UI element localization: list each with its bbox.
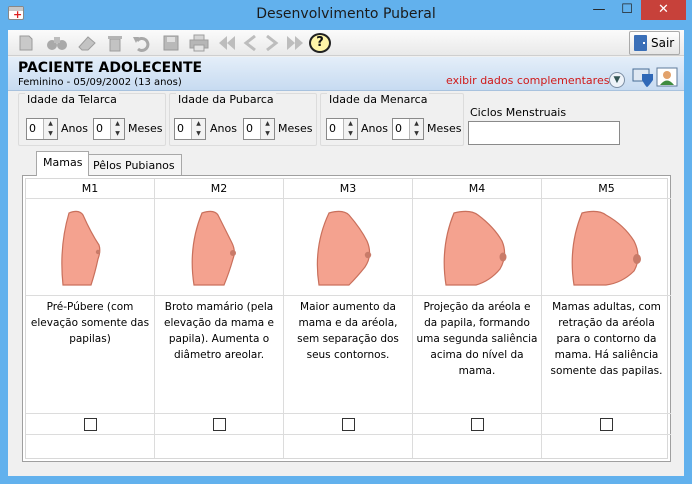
client-area: ? Sair PACIENTE ADOLECENTE Feminino - 05…: [8, 30, 684, 476]
menarca-label: Idade da Menarca: [327, 93, 430, 106]
patient-card-icon[interactable]: [656, 66, 678, 88]
stage-column-m3: M3 Maior aumento da mama e da aréola, se…: [284, 179, 413, 458]
id-card-shield-icon[interactable]: [632, 66, 654, 88]
breast-stage-m3-illustration: [316, 210, 372, 286]
pubarca-years-spinner[interactable]: 0 ▲ ▼: [174, 118, 206, 140]
spin-down-icon[interactable]: ▼: [410, 129, 423, 139]
telarca-months-unit: Meses: [128, 122, 163, 135]
pubarca-years-unit: Anos: [210, 122, 237, 135]
menarca-years-spinner[interactable]: 0 ▲ ▼: [326, 118, 358, 140]
stage-grid: M1 Pré-Púbere (com elevação somente das …: [25, 178, 671, 459]
breast-stage-m1-illustration: [61, 210, 101, 286]
spin-up-icon[interactable]: ▲: [410, 119, 423, 129]
spin-down-icon[interactable]: ▼: [192, 129, 205, 139]
close-button[interactable]: ✕: [641, 0, 686, 20]
next-record-icon[interactable]: [262, 33, 282, 53]
stage-description: Projeção da aréola e da papila, formando…: [413, 296, 541, 414]
menarca-years-unit: Anos: [361, 122, 388, 135]
stage-checkbox[interactable]: [470, 417, 484, 431]
spin-up-icon[interactable]: ▲: [44, 119, 57, 129]
trash-icon[interactable]: [103, 33, 127, 53]
telarca-label: Idade da Telarca: [25, 93, 119, 106]
stage-checkbox[interactable]: [212, 417, 226, 431]
stage-code: M3: [284, 179, 412, 199]
minimize-button[interactable]: —: [584, 0, 614, 20]
stage-image: [155, 199, 283, 296]
stage-column-m5: M5 Mamas adultas, com retração da aréola…: [542, 179, 671, 458]
stage-code: M1: [26, 179, 154, 199]
stage-checkbox[interactable]: [341, 417, 355, 431]
menarca-months-value: 0: [395, 122, 402, 135]
breast-stage-m5-illustration: [571, 210, 641, 286]
spin-down-icon[interactable]: ▼: [44, 129, 57, 139]
breast-stage-m4-illustration: [443, 210, 507, 286]
spin-up-icon[interactable]: ▲: [192, 119, 205, 129]
breast-stage-m2-illustration: [191, 210, 236, 286]
pubarca-years-value: 0: [177, 122, 184, 135]
patient-name: PACIENTE ADOLECENTE: [18, 60, 203, 76]
telarca-months-value: 0: [96, 122, 103, 135]
cycles-input[interactable]: [468, 121, 620, 145]
exit-door-icon: [634, 35, 647, 51]
exit-label: Sair: [651, 36, 675, 50]
telarca-years-unit: Anos: [61, 122, 88, 135]
stage-column-m2: M2 Broto mamário (pela elevação da mama …: [155, 179, 284, 458]
stage-image: [413, 199, 541, 296]
save-icon[interactable]: [159, 33, 183, 53]
exit-button[interactable]: Sair: [629, 31, 680, 55]
telarca-months-spinner[interactable]: 0 ▲ ▼: [93, 118, 125, 140]
stage-image: [26, 199, 154, 296]
stage-description: Pré-Púbere (com elevação somente das pap…: [26, 296, 154, 414]
spin-down-icon[interactable]: ▼: [111, 129, 124, 139]
stage-checkbox[interactable]: [83, 417, 97, 431]
toolbar: ? Sair: [8, 30, 684, 56]
tab-pelos-pubianos[interactable]: Pêlos Pubianos: [86, 154, 182, 175]
spin-down-icon[interactable]: ▼: [261, 129, 274, 139]
stage-description: Broto mamário (pela elevação da mama e p…: [155, 296, 283, 414]
main-window: + Desenvolvimento Puberal — ☐ ✕ ? Sair P…: [0, 0, 692, 484]
printer-icon[interactable]: [186, 33, 212, 53]
spin-up-icon[interactable]: ▲: [111, 119, 124, 129]
tab-mamas[interactable]: Mamas: [36, 151, 90, 176]
stage-column-m4: M4 Projeção da aréola e da papila, forma…: [413, 179, 542, 458]
stage-description: Maior aumento da mama e da aréola, sem s…: [284, 296, 412, 414]
chevron-down-icon[interactable]: ▼: [609, 72, 625, 88]
last-record-icon[interactable]: [283, 33, 307, 53]
new-record-icon[interactable]: [14, 33, 38, 53]
spin-up-icon[interactable]: ▲: [261, 119, 274, 129]
previous-record-icon[interactable]: [240, 33, 260, 53]
stage-image: [542, 199, 671, 296]
tab-panel-mamas: M1 Pré-Púbere (com elevação somente das …: [22, 175, 671, 462]
first-record-icon[interactable]: [215, 33, 239, 53]
menarca-years-value: 0: [329, 122, 336, 135]
patient-info: Feminino - 05/09/2002 (13 anos): [18, 77, 182, 88]
stage-image: [284, 199, 412, 296]
eraser-icon[interactable]: [74, 33, 100, 53]
help-icon[interactable]: ?: [309, 33, 331, 53]
undo-icon[interactable]: [129, 33, 153, 53]
stage-code: M4: [413, 179, 541, 199]
menarca-months-unit: Meses: [427, 122, 462, 135]
pubarca-label: Idade da Pubarca: [176, 93, 276, 106]
spin-down-icon[interactable]: ▼: [344, 129, 357, 139]
telarca-years-spinner[interactable]: 0 ▲ ▼: [26, 118, 58, 140]
title-bar: + Desenvolvimento Puberal — ☐ ✕: [0, 0, 692, 30]
binoculars-icon[interactable]: [44, 33, 70, 53]
stage-description: Mamas adultas, com retração da aréola pa…: [542, 296, 671, 414]
patient-header: PACIENTE ADOLECENTE Feminino - 05/09/200…: [8, 57, 684, 91]
telarca-years-value: 0: [29, 122, 36, 135]
maximize-button[interactable]: ☐: [614, 0, 640, 20]
stage-code: M2: [155, 179, 283, 199]
pubarca-months-unit: Meses: [278, 122, 313, 135]
pubarca-months-spinner[interactable]: 0 ▲ ▼: [243, 118, 275, 140]
spin-up-icon[interactable]: ▲: [344, 119, 357, 129]
menarca-months-spinner[interactable]: 0 ▲ ▼: [392, 118, 424, 140]
stage-code: M5: [542, 179, 671, 199]
stage-checkbox[interactable]: [600, 417, 613, 431]
pubarca-months-value: 0: [246, 122, 253, 135]
stage-column-m1: M1 Pré-Púbere (com elevação somente das …: [26, 179, 155, 458]
complementary-data-link[interactable]: exibir dados complementares...: [446, 74, 620, 87]
cycles-label: Ciclos Menstruais: [470, 106, 567, 119]
